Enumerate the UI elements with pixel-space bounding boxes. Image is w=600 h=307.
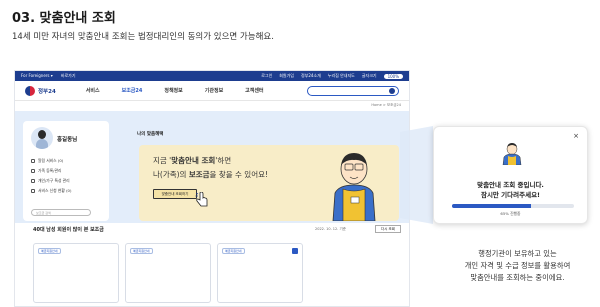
banner-text-line2: 나(가족)의 보조금을 찾을 수 있어요!	[153, 170, 269, 179]
custom-guide-button[interactable]: 맞춤안내 조회하기	[153, 189, 197, 199]
caption-line2: 개인 자격 및 수급 정보를 활용하여	[464, 261, 571, 270]
user-name: 홍길동님	[57, 137, 78, 143]
banner-text-line1: 지금 '맞춤안내 조회'하면	[153, 156, 232, 165]
document-icon	[31, 189, 35, 193]
nav-item-subsidy24[interactable]: 보조금24	[122, 87, 143, 94]
page-description: 14세 미만 자녀의 맞춤안내 조회는 법정대리인의 동의가 있으면 가능해요.	[12, 32, 274, 42]
top-utility-bar: For Foreigners ▾ 바로가기 로그인 회원가입 정부24소개 누리…	[15, 71, 409, 81]
page-heading: 03. 맞춤안내 조회	[12, 11, 116, 26]
main-content: 홍길동님 알림 서비스 (0) 가족 등록/관리 개인/가구 특성 관리 서비스…	[15, 111, 409, 223]
website-mockup: For Foreigners ▾ 바로가기 로그인 회원가입 정부24소개 누리…	[14, 70, 410, 307]
modal-connector	[400, 126, 433, 224]
civil-servant-avatar-icon	[502, 143, 522, 165]
family-icon	[31, 169, 35, 173]
subsidy-card[interactable]: 예금지원안내	[125, 243, 211, 303]
subsidy-card[interactable]: 예금지원안내	[33, 243, 119, 303]
foreigners-link[interactable]: For Foreigners ▾	[21, 73, 53, 79]
card-tag: 예금지원안내	[130, 248, 153, 254]
nav-item-policy[interactable]: 정책정보	[164, 87, 182, 94]
font-size-control[interactable]: 글자크기	[362, 73, 377, 79]
card-tag: 예금지원안내	[222, 248, 245, 254]
close-icon[interactable]: ×	[573, 133, 579, 140]
household-icon	[31, 179, 35, 183]
caption-line1: 행정기관이 보유하고 있는	[478, 249, 557, 258]
nav-item-services[interactable]: 서비스	[86, 87, 100, 94]
subsidy-search-input[interactable]: 보조금 검색	[31, 209, 91, 216]
loading-modal: × 맞춤안내 조회 중입니다. 잠시만 기다려주세요! 65% 진행중	[433, 126, 588, 224]
nav-item-support[interactable]: 고객센터	[245, 87, 263, 94]
progress-bar	[452, 204, 574, 208]
shortcut-link[interactable]: 바로가기	[61, 73, 76, 79]
profile-menu-family[interactable]: 가족 등록/관리	[31, 166, 71, 176]
site-search-input[interactable]	[307, 85, 399, 96]
popular-subsidy-title: 40대 남성 회원이 많이 본 보조금	[33, 227, 104, 233]
font-size-pill[interactable]: 100%	[383, 73, 403, 79]
caption-line3: 맞춤안내를 조회하는 중이에요.	[470, 273, 565, 282]
section-title: 나의 맞춤혜택	[137, 132, 164, 137]
popular-subsidy-date: 2022. 10. 12. 기준	[315, 227, 346, 231]
login-link[interactable]: 로그인	[261, 73, 272, 79]
modal-title-line1: 맞춤안내 조회 중입니다.	[477, 181, 544, 189]
subsidy-card[interactable]: 예금지원안내	[217, 243, 303, 303]
custom-guide-banner: 지금 '맞춤안내 조회'하면 나(가족)의 보조금을 찾을 수 있어요! 맞춤안…	[139, 145, 399, 221]
signup-link[interactable]: 회원가입	[279, 73, 294, 79]
profile-menu-household[interactable]: 개인/가구 특성 관리	[31, 176, 71, 186]
search-icon[interactable]	[389, 88, 395, 94]
civil-servant-illustration-icon	[332, 153, 376, 221]
logo-text: 정부24	[38, 88, 56, 95]
checkbox-icon[interactable]	[292, 248, 298, 254]
sitemap-link[interactable]: 누리집 안내지도	[328, 73, 355, 79]
profile-menu-notifications[interactable]: 알림 서비스 (0)	[31, 156, 71, 166]
site-logo[interactable]: 정부24	[25, 85, 56, 96]
breadcrumb: Home > 보조금24	[371, 103, 401, 107]
progress-text: 65% 진행중	[500, 211, 521, 216]
avatar	[31, 127, 53, 149]
caption: 행정기관이 보유하고 있는 개인 자격 및 수급 정보를 활용하여 맞춤안내를 …	[440, 248, 595, 284]
hand-cursor-icon	[195, 192, 208, 207]
refresh-button[interactable]: 다시 조회	[375, 225, 401, 233]
main-navbar: 정부24 서비스 보조금24 정책정보 기관정보 고객센터	[15, 81, 409, 101]
profile-panel: 홍길동님 알림 서비스 (0) 가족 등록/관리 개인/가구 특성 관리 서비스…	[23, 121, 109, 221]
card-tag: 예금지원안내	[38, 248, 61, 254]
nav-item-agency[interactable]: 기관정보	[205, 87, 223, 94]
profile-menu-applications[interactable]: 서비스 신청 현황 (0)	[31, 186, 71, 196]
bell-icon	[31, 159, 35, 163]
taegeuk-logo-icon	[25, 85, 35, 96]
about-link[interactable]: 정부24소개	[301, 73, 321, 79]
modal-title-line2: 잠시만 기다려주세요!	[480, 191, 541, 199]
progress-fill	[452, 204, 532, 208]
